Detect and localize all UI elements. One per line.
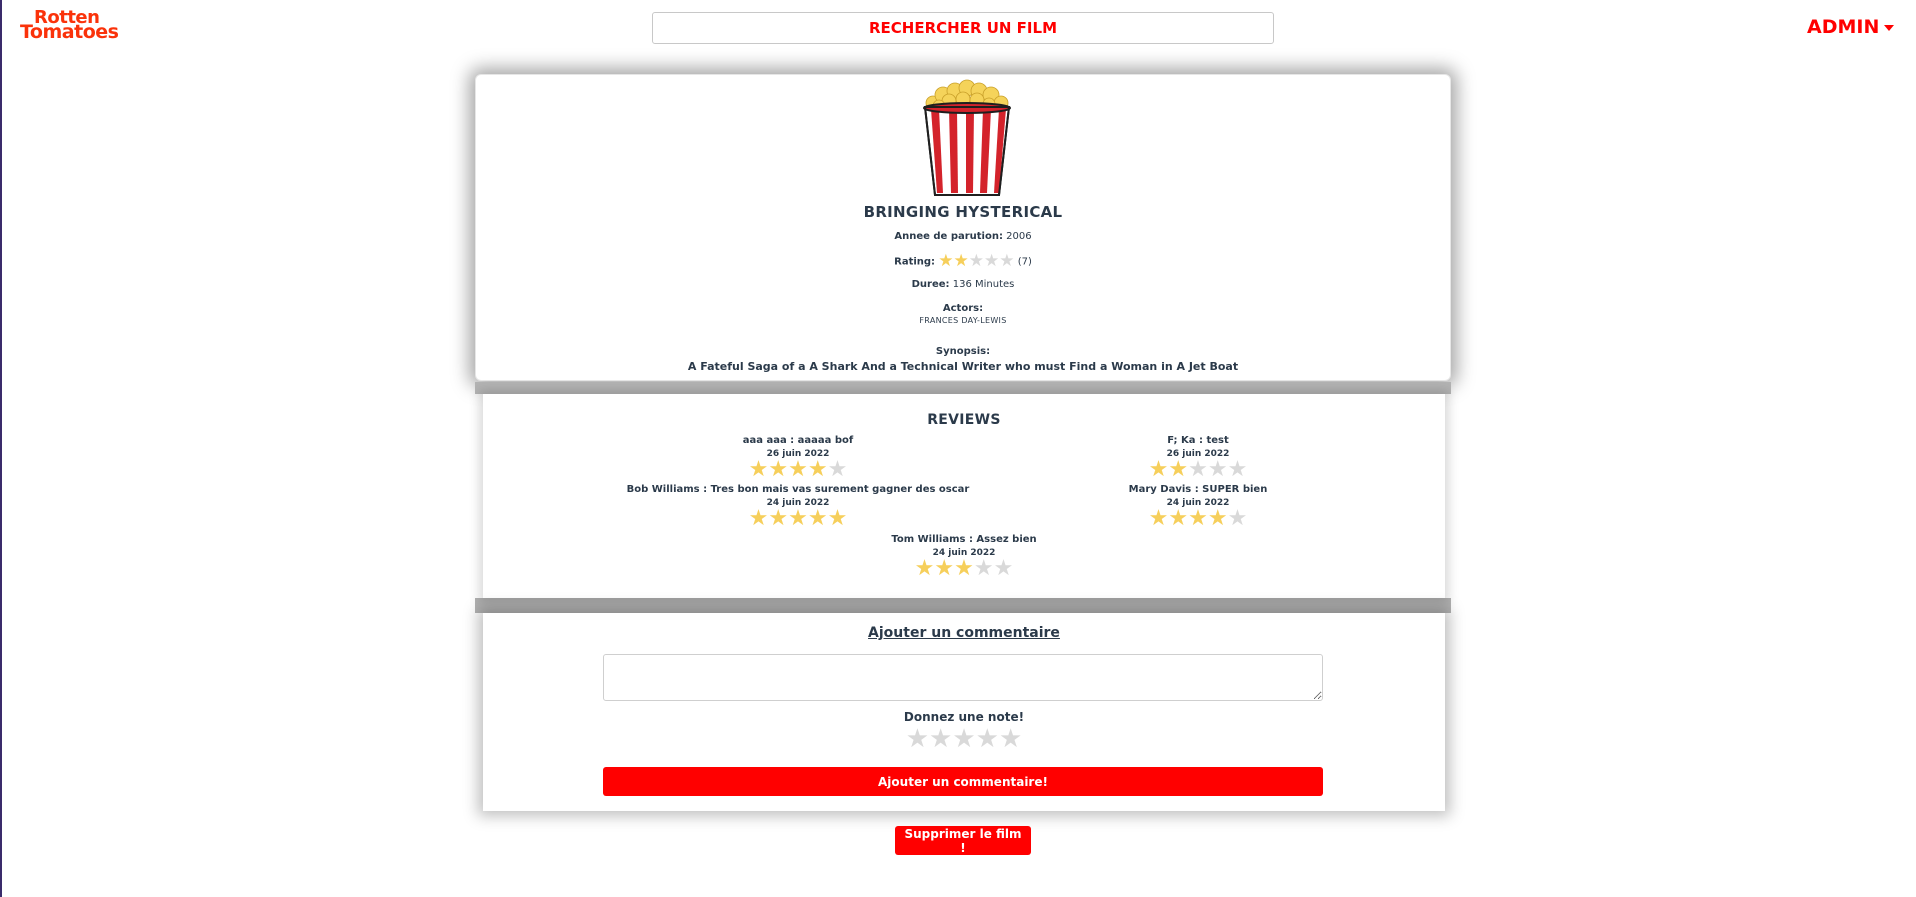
review-text: aaa aaa : aaaaa bof <box>742 435 854 446</box>
star-icon: ★ <box>984 251 1000 271</box>
film-synopsis-text: A Fateful Saga of a A Shark And a Techni… <box>687 360 1239 373</box>
review-item: F; Ka : test 26 juin 2022 ★ ★ ★ ★ ★ <box>988 435 1408 481</box>
review-text: Tom Williams : Assez bien <box>891 534 1037 545</box>
review-text: Bob Williams : Tres bon mais vas suremen… <box>626 484 970 495</box>
star-icon: ★ <box>827 506 848 531</box>
star-icon: ★ <box>807 457 828 482</box>
star-icon: ★ <box>968 251 984 271</box>
review-item: Tom Williams : Assez bien 24 juin 2022 ★… <box>754 534 1174 580</box>
review-item: aaa aaa : aaaaa bof 26 juin 2022 ★ ★ ★ ★ ★ <box>588 435 1008 481</box>
film-actors-list: FRANCES DAY-LEWIS <box>919 316 1007 325</box>
add-comment-section: Ajouter un commentaire Donnez une note! … <box>483 613 1445 811</box>
rotten-tomatoes-logo[interactable]: Rotten Tomatoes <box>20 9 160 43</box>
star-icon: ★ <box>1148 457 1169 482</box>
star-icon: ★ <box>1227 506 1248 531</box>
review-stars: ★ ★ ★ ★ ★ <box>1149 508 1248 530</box>
star-icon: ★ <box>768 457 789 482</box>
star-icon: ★ <box>827 457 848 482</box>
star-icon[interactable]: ★ <box>976 726 999 752</box>
review-text: Mary Davis : SUPER bien <box>1128 484 1268 495</box>
film-year-row: Annee de parution: 2006 <box>476 231 1450 242</box>
star-icon: ★ <box>953 251 969 271</box>
film-synopsis-row: Synopsis: <box>476 346 1450 357</box>
star-icon: ★ <box>993 556 1014 581</box>
star-icon: ★ <box>748 506 769 531</box>
star-icon: ★ <box>748 457 769 482</box>
logo-line-2: Tomatoes <box>20 21 119 43</box>
film-title: BRINGING HYSTERICAL <box>863 203 1063 221</box>
film-actors-row: Actors: <box>476 303 1450 314</box>
star-icon: ★ <box>768 506 789 531</box>
star-icon: ★ <box>1207 506 1228 531</box>
admin-menu[interactable]: ADMIN <box>1807 16 1895 38</box>
review-item: Bob Williams : Tres bon mais vas suremen… <box>588 484 1008 530</box>
reviews-title: REVIEWS <box>927 412 1001 428</box>
section-divider <box>475 382 1451 394</box>
film-rating-stars: ★ ★ ★ ★ ★ <box>938 253 1014 270</box>
add-comment-title: Ajouter un commentaire <box>868 625 1060 641</box>
star-icon: ★ <box>788 457 808 482</box>
film-year-label: Annee de parution: <box>894 231 1003 242</box>
star-icon[interactable]: ★ <box>999 726 1022 752</box>
comment-textarea[interactable] <box>603 654 1323 701</box>
star-icon: ★ <box>934 556 955 581</box>
reviews-section: REVIEWS aaa aaa : aaaaa bof 26 juin 2022… <box>483 394 1445 598</box>
note-label: Donnez une note! <box>903 710 1025 724</box>
star-icon: ★ <box>1227 457 1248 482</box>
review-stars: ★ ★ ★ ★ ★ <box>749 459 848 481</box>
add-comment-button[interactable]: Ajouter un commentaire! <box>603 767 1323 796</box>
section-divider <box>475 598 1451 613</box>
film-actors-label: Actors: <box>942 303 984 314</box>
star-icon: ★ <box>1148 506 1169 531</box>
star-icon: ★ <box>1168 506 1189 531</box>
chevron-down-icon <box>1884 25 1895 31</box>
star-icon: ★ <box>1168 457 1189 482</box>
star-icon: ★ <box>999 251 1015 271</box>
film-duration-value: 136 Minutes <box>952 279 1015 290</box>
star-icon: ★ <box>807 506 828 531</box>
film-rating-label: Rating: <box>894 256 936 268</box>
star-icon[interactable]: ★ <box>906 726 929 752</box>
review-item: Mary Davis : SUPER bien 24 juin 2022 ★ ★ ★… <box>988 484 1408 530</box>
review-stars: ★ ★ ★ ★ ★ <box>1149 459 1248 481</box>
search-input[interactable] <box>653 18 1273 38</box>
review-text: F; Ka : test <box>1167 435 1229 446</box>
film-card: BRINGING HYSTERICAL Annee de parution: 2… <box>475 74 1451 381</box>
star-icon[interactable]: ★ <box>929 726 952 752</box>
note-star-picker[interactable]: ★★★★★ <box>483 726 1445 752</box>
popcorn-bucket-icon <box>923 79 1011 196</box>
star-icon: ★ <box>1188 506 1208 531</box>
star-icon: ★ <box>938 251 954 271</box>
search-bar[interactable] <box>652 12 1274 44</box>
star-icon: ★ <box>973 556 994 581</box>
review-stars: ★ ★ ★ ★ ★ <box>915 558 1014 580</box>
film-rating-row: Rating: ★ ★ ★ ★ ★ (7) <box>476 253 1450 270</box>
review-stars: ★ ★ ★ ★ ★ <box>749 508 848 530</box>
star-icon: ★ <box>1188 457 1208 482</box>
admin-menu-label: ADMIN <box>1807 16 1880 38</box>
star-icon: ★ <box>1207 457 1228 482</box>
star-icon: ★ <box>954 556 974 581</box>
film-duration-label: Duree: <box>911 279 950 290</box>
film-year-value: 2006 <box>1006 231 1032 242</box>
film-duration-row: Duree: 136 Minutes <box>476 279 1450 290</box>
star-icon[interactable]: ★ <box>952 726 975 752</box>
film-rating-count: (7) <box>1017 256 1032 268</box>
delete-film-button[interactable]: Supprimer le film ! <box>895 826 1031 855</box>
star-icon: ★ <box>788 506 808 531</box>
film-synopsis-label: Synopsis: <box>935 346 991 357</box>
star-icon: ★ <box>914 556 935 581</box>
